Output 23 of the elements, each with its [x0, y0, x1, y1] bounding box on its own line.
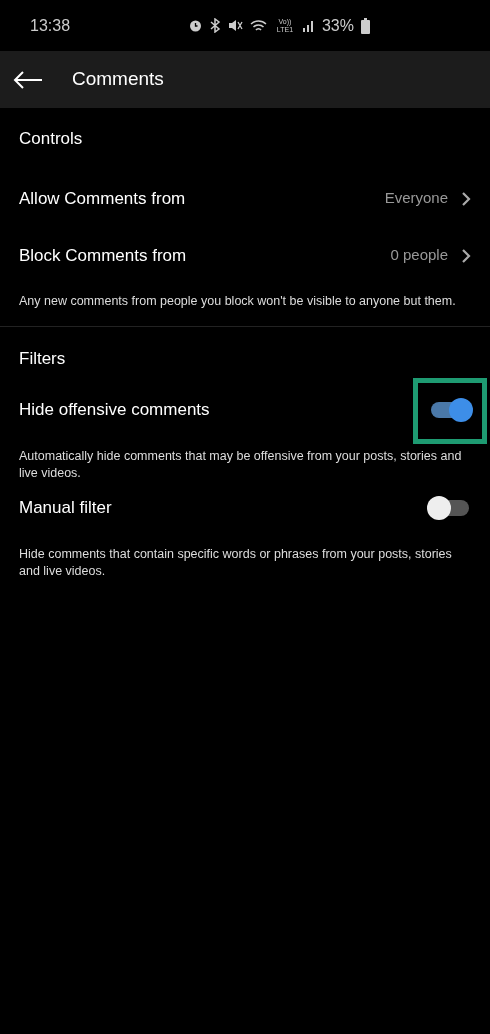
bluetooth-icon [209, 18, 221, 33]
section-heading: Controls [19, 128, 84, 150]
page-title: Comments [72, 67, 164, 92]
back-arrow-icon [13, 69, 43, 90]
section-heading: Filters [19, 347, 67, 370]
setting-label: Hide offensive comments [19, 399, 210, 421]
mute-icon [227, 18, 243, 33]
battery-percent: 33% [321, 15, 354, 36]
setting-label[interactable]: Block Comments from [19, 242, 187, 269]
chevron-right-icon[interactable] [461, 247, 471, 264]
status-time: 13:38 [30, 15, 71, 36]
wifi-icon [249, 18, 267, 33]
alarm-icon [187, 18, 203, 33]
signal-icon [302, 19, 315, 32]
description-text: Automatically hide comments that may be offensive from your posts, stories and live videos. [19, 447, 463, 482]
setting-value[interactable]: Everyone [384, 187, 448, 210]
battery-icon [361, 17, 370, 34]
note-text: Any new comments from people you block won't be visible to anyone but them. [19, 293, 457, 310]
setting-label: Manual filter [19, 497, 112, 519]
setting-label[interactable]: Allow Comments from [19, 185, 186, 212]
description-text: Hide comments that contain specific words or phrases from your posts, stories and live videos. [19, 545, 453, 580]
setting-value[interactable]: 0 people [390, 244, 448, 267]
chevron-right-icon[interactable] [461, 190, 471, 207]
